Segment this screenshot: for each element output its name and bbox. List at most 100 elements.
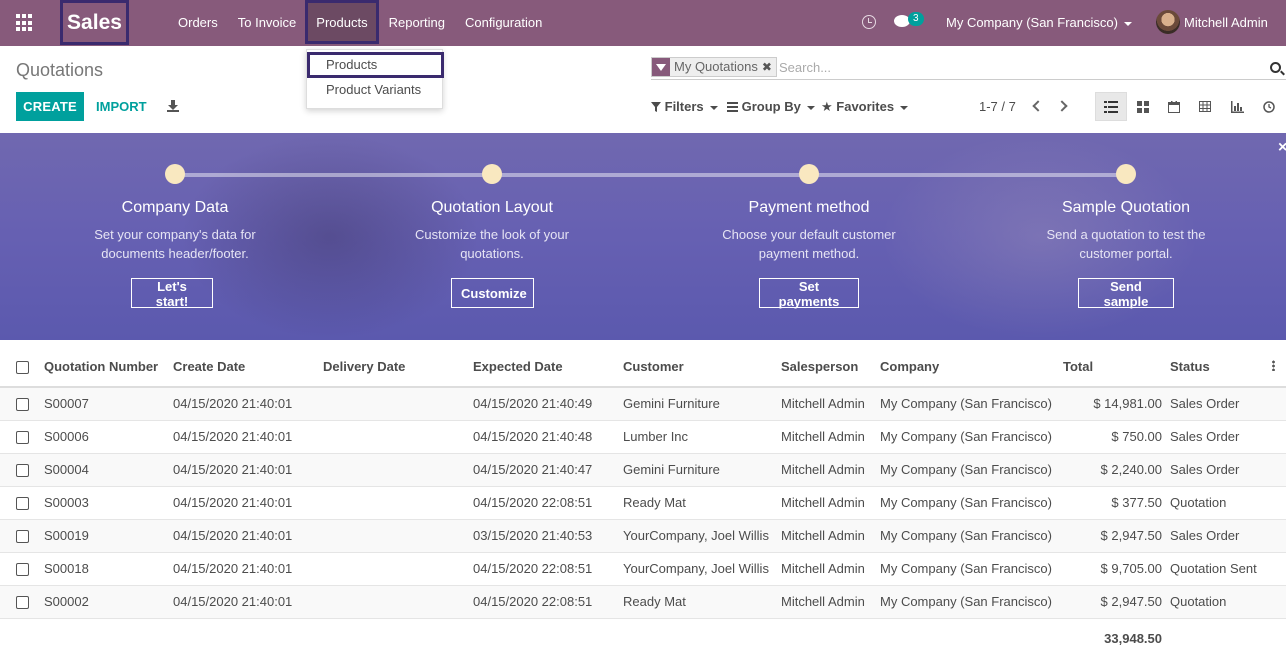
cell-total: $ 377.50: [1063, 486, 1170, 520]
cell-status: Sales Order: [1170, 519, 1286, 553]
kanban-icon: [1137, 100, 1149, 113]
view-list-button[interactable]: [1095, 92, 1127, 121]
menu-reporting[interactable]: Reporting: [379, 0, 455, 46]
cell-delivery-date: [323, 387, 473, 421]
step-title: Payment method: [748, 199, 870, 216]
group-by-button[interactable]: Group By: [727, 99, 815, 114]
view-activity-button[interactable]: [1253, 92, 1285, 121]
table-row[interactable]: S00018 04/15/2020 21:40:01 04/15/2020 22:0…: [0, 552, 1286, 586]
cell-status: Quotation: [1170, 585, 1286, 619]
pager-previous-icon[interactable]: [1032, 100, 1044, 112]
import-button[interactable]: IMPORT: [96, 92, 147, 121]
user-menu[interactable]: Mitchell Admin: [1184, 0, 1268, 46]
column-quotation-number[interactable]: Quotation Number: [44, 346, 173, 388]
cell-company: My Company (San Francisco): [880, 552, 1063, 586]
company-switcher[interactable]: My Company (San Francisco): [946, 0, 1132, 46]
page-title: Quotations: [16, 60, 104, 80]
view-pivot-button[interactable]: [1189, 92, 1221, 121]
row-checkbox[interactable]: [16, 398, 29, 412]
activity-clock-icon[interactable]: [862, 15, 876, 29]
select-all-checkbox[interactable]: [16, 360, 29, 374]
cell-salesperson: Mitchell Admin: [781, 420, 880, 454]
column-salesperson[interactable]: Salesperson: [781, 346, 880, 388]
table-row[interactable]: S00006 04/15/2020 21:40:01 04/15/2020 21:4…: [0, 420, 1286, 454]
cell-delivery-date: [323, 453, 473, 487]
avatar[interactable]: [1156, 10, 1180, 34]
apps-menu-icon[interactable]: [16, 14, 34, 32]
menu-orders[interactable]: Orders: [168, 0, 228, 46]
optional-columns-icon[interactable]: [1271, 359, 1275, 371]
row-checkbox[interactable]: [16, 563, 29, 577]
row-checkbox[interactable]: [16, 596, 29, 610]
download-icon[interactable]: [166, 99, 180, 113]
table-row[interactable]: S00003 04/15/2020 21:40:01 04/15/2020 22:0…: [0, 486, 1286, 520]
table-body: S00007 04/15/2020 21:40:01 04/15/2020 21:4…: [0, 387, 1286, 619]
view-kanban-button[interactable]: [1127, 92, 1159, 121]
chat-count-badge: 3: [908, 12, 924, 26]
cell-expected-date: 03/15/2020 21:40:53: [473, 519, 623, 553]
cell-delivery-date: [323, 486, 473, 520]
table-row[interactable]: S00007 04/15/2020 21:40:01 04/15/2020 21:4…: [0, 387, 1286, 421]
row-checkbox[interactable]: [16, 497, 29, 511]
row-select-cell[interactable]: [0, 387, 44, 421]
customize-button[interactable]: Customize: [451, 278, 534, 308]
menu-configuration[interactable]: Configuration: [455, 0, 552, 46]
select-all-cell[interactable]: [0, 346, 44, 388]
row-checkbox[interactable]: [16, 530, 29, 544]
row-select-cell[interactable]: [0, 420, 44, 454]
cell-quotation-number: S00003: [44, 486, 173, 520]
column-create-date[interactable]: Create Date: [173, 346, 323, 388]
view-graph-button[interactable]: [1221, 92, 1253, 121]
chevron-down-icon: [1123, 21, 1132, 26]
facet-remove-icon[interactable]: ✖: [761, 58, 776, 76]
facet-label: My Quotations: [670, 58, 762, 76]
step-title: Company Data: [121, 199, 229, 216]
cell-create-date: 04/15/2020 21:40:01: [173, 585, 323, 619]
set-payments-button[interactable]: Set payments: [759, 278, 859, 309]
column-company[interactable]: Company: [880, 346, 1063, 388]
column-expected-date[interactable]: Expected Date: [473, 346, 623, 388]
column-status[interactable]: Status: [1170, 359, 1210, 374]
search-bar: My Quotations ✖: [651, 56, 1286, 80]
step-dot: [1116, 164, 1136, 184]
row-select-cell[interactable]: [0, 486, 44, 520]
cell-salesperson: Mitchell Admin: [781, 519, 880, 553]
menu-products[interactable]: Products: [305, 0, 379, 44]
column-total[interactable]: Total: [1063, 346, 1170, 388]
dropdown-item-products[interactable]: Products: [307, 52, 444, 78]
app-brand[interactable]: Sales: [60, 0, 129, 45]
pager-next-icon[interactable]: [1056, 100, 1068, 112]
pager-value[interactable]: 1-7 / 7: [979, 99, 1016, 114]
table-row[interactable]: S00019 04/15/2020 21:40:01 03/15/2020 21:4…: [0, 519, 1286, 553]
cell-create-date: 04/15/2020 21:40:01: [173, 519, 323, 553]
search-facet: My Quotations ✖: [651, 57, 777, 77]
company-name: My Company (San Francisco): [946, 15, 1118, 30]
lets-start-button[interactable]: Let's start!: [131, 278, 213, 309]
row-select-cell[interactable]: [0, 552, 44, 586]
row-checkbox[interactable]: [16, 431, 29, 445]
column-delivery-date[interactable]: Delivery Date: [323, 346, 473, 388]
cell-company: My Company (San Francisco): [880, 420, 1063, 454]
dropdown-item-product-variants[interactable]: Product Variants: [307, 78, 444, 104]
send-sample-button[interactable]: Send sample: [1078, 278, 1174, 309]
menu-to-invoice[interactable]: To Invoice: [228, 0, 307, 46]
search-icon[interactable]: [1270, 62, 1281, 73]
row-select-cell[interactable]: [0, 585, 44, 619]
row-checkbox[interactable]: [16, 464, 29, 478]
create-button[interactable]: CREATE: [16, 92, 84, 121]
column-status-cell[interactable]: Status: [1170, 346, 1286, 388]
cell-status: Quotation Sent: [1170, 552, 1286, 586]
view-calendar-button[interactable]: [1158, 92, 1190, 121]
cell-company: My Company (San Francisco): [880, 453, 1063, 487]
column-customer[interactable]: Customer: [623, 346, 781, 388]
table-row[interactable]: S00002 04/15/2020 21:40:01 04/15/2020 22:0…: [0, 585, 1286, 619]
favorites-button[interactable]: ★ Favorites: [821, 99, 909, 115]
chevron-down-icon: [709, 105, 718, 110]
filters-button[interactable]: Filters: [651, 99, 718, 114]
onboarding-banner: Company Data Set your company's data for…: [0, 133, 1286, 340]
search-input[interactable]: [779, 57, 1259, 77]
row-select-cell[interactable]: [0, 453, 44, 487]
close-icon[interactable]: ×: [1278, 139, 1286, 157]
table-row[interactable]: S00004 04/15/2020 21:40:01 04/15/2020 21:4…: [0, 453, 1286, 487]
row-select-cell[interactable]: [0, 519, 44, 553]
